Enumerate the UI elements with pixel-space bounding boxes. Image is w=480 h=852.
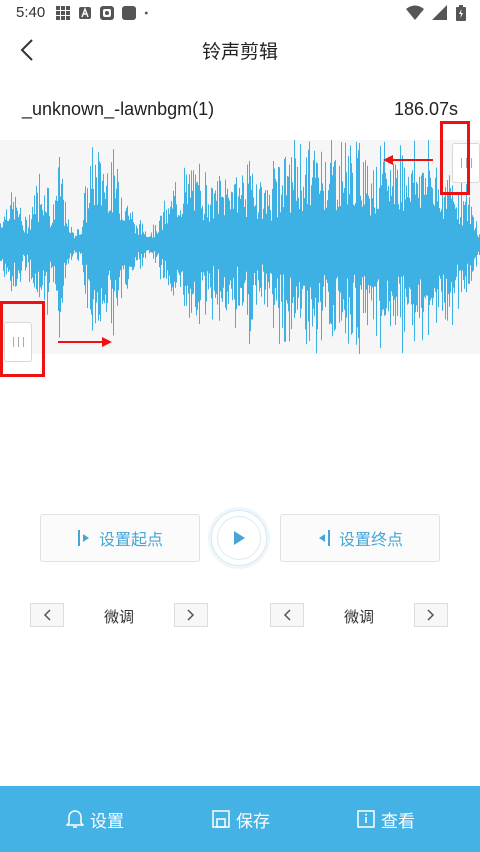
settings-label: 设置	[90, 811, 124, 832]
chevron-right-icon	[187, 609, 195, 621]
status-bar: 5:40	[0, 0, 480, 28]
chevron-left-icon	[43, 609, 51, 621]
play-icon	[234, 531, 245, 545]
set-end-label: 设置终点	[338, 530, 403, 549]
end-handle-highlight	[440, 121, 470, 195]
square-icon	[122, 6, 136, 20]
app-icon	[100, 6, 114, 20]
file-name: _unknown_-lawnbgm(1)	[22, 99, 215, 119]
bottom-bar: 设置 保存 查看	[0, 786, 480, 852]
end-fine-label: 微调	[344, 608, 375, 626]
info-icon	[357, 810, 375, 828]
status-icons-left	[56, 6, 152, 20]
bell-icon	[66, 810, 84, 828]
dot-icon	[144, 11, 148, 15]
set-start-button[interactable]: 设置起点	[40, 514, 200, 562]
status-time: 5:40	[16, 4, 46, 21]
set-end-button[interactable]: 设置终点	[280, 514, 440, 562]
settings-tab[interactable]: 设置	[66, 786, 124, 852]
view-label: 查看	[381, 811, 415, 832]
start-fine-label: 微调	[104, 608, 135, 626]
a-icon	[79, 7, 91, 19]
start-handle-highlight	[0, 301, 45, 377]
battery-icon	[456, 5, 466, 21]
page-title: 铃声剪辑	[201, 41, 278, 63]
play-button[interactable]	[211, 510, 267, 566]
waveform-area[interactable]	[0, 140, 480, 354]
control-row: 设置起点 设置终点	[0, 508, 480, 568]
start-fine-right-button[interactable]	[174, 603, 208, 627]
arrow-right-annotation	[58, 337, 112, 347]
save-tab[interactable]: 保存	[212, 786, 270, 852]
waveform-path	[0, 140, 480, 354]
save-icon	[212, 810, 230, 828]
fine-tune-row: 微调 微调	[0, 603, 480, 629]
save-label: 保存	[236, 811, 270, 832]
file-duration: 186.07s	[393, 99, 458, 119]
start-fine-left-button[interactable]	[30, 603, 64, 627]
wifi-icon	[406, 5, 424, 20]
view-tab[interactable]: 查看	[357, 786, 415, 852]
end-fine-left-button[interactable]	[270, 603, 304, 627]
end-fine-right-button[interactable]	[414, 603, 448, 627]
grid-icon	[56, 6, 70, 20]
title-bar: 铃声剪辑	[0, 28, 480, 72]
end-marker-icon	[318, 530, 330, 546]
waveform	[0, 140, 480, 354]
start-marker-icon	[77, 530, 89, 546]
chevron-left-icon	[283, 609, 291, 621]
arrow-left-annotation	[383, 155, 433, 165]
set-start-label: 设置起点	[98, 530, 163, 549]
signal-icon	[432, 5, 447, 20]
status-icons-right	[406, 5, 466, 21]
chevron-right-icon	[427, 609, 435, 621]
